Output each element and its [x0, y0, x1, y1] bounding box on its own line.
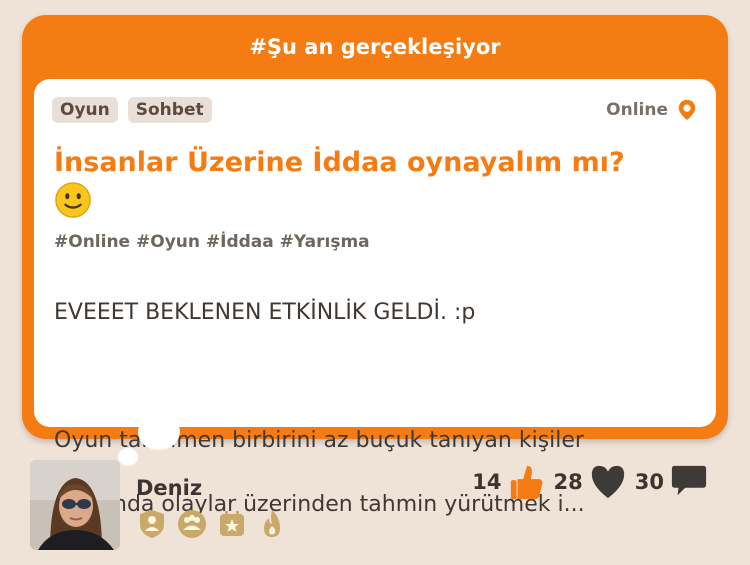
- event-content[interactable]: Oyun Sohbet Online İnsanlar Üzerine İdda…: [34, 79, 716, 517]
- status-indicator: Online: [606, 99, 698, 121]
- star-calendar-badge-icon: [220, 511, 244, 536]
- comment-icon[interactable]: [670, 462, 708, 502]
- heart-stat[interactable]: 28: [554, 462, 627, 502]
- speech-bubble-dot-large: [138, 414, 180, 450]
- badge-list: [136, 508, 288, 540]
- user-shield-badge-icon: [140, 510, 164, 538]
- tag-sohbet[interactable]: Sohbet: [127, 97, 212, 123]
- smiley-icon: [55, 182, 91, 218]
- like-stat[interactable]: 14: [472, 462, 545, 502]
- like-count: 14: [472, 470, 502, 494]
- tag-oyun[interactable]: Oyun: [52, 97, 118, 123]
- stats-bar: 14 28 30: [472, 462, 708, 502]
- location-pin-icon: [678, 99, 696, 121]
- event-card[interactable]: #Şu an gerçekleşiyor Oyun Sohbet Online …: [22, 15, 728, 517]
- avatar[interactable]: [30, 460, 120, 550]
- group-badge-icon: [178, 510, 206, 538]
- avatar-photo: [30, 460, 120, 550]
- description-line-1: EVEEET BEKLENEN ETKİNLİK GELDİ. :p: [54, 300, 476, 325]
- thumbs-up-icon[interactable]: [508, 462, 546, 502]
- hashtags: #Online #Oyun #İddaa #Yarışma: [54, 232, 370, 252]
- speech-bubble-dot-small: [118, 448, 138, 466]
- heart-icon[interactable]: [589, 462, 627, 502]
- event-title-text: İnsanlar Üzerine İddaa oynayalım mı?: [54, 147, 625, 178]
- username[interactable]: Deniz: [136, 476, 202, 500]
- card-header-title: #Şu an gerçekleşiyor: [249, 35, 501, 59]
- status-label: Online: [606, 100, 668, 120]
- heart-count: 28: [553, 470, 583, 494]
- flame-badge-icon: [264, 510, 280, 537]
- comment-count: 30: [634, 470, 664, 494]
- event-title[interactable]: İnsanlar Üzerine İddaa oynayalım mı?: [54, 145, 694, 219]
- comment-stat[interactable]: 30: [635, 462, 708, 502]
- tag-list: Oyun Sohbet: [52, 97, 212, 123]
